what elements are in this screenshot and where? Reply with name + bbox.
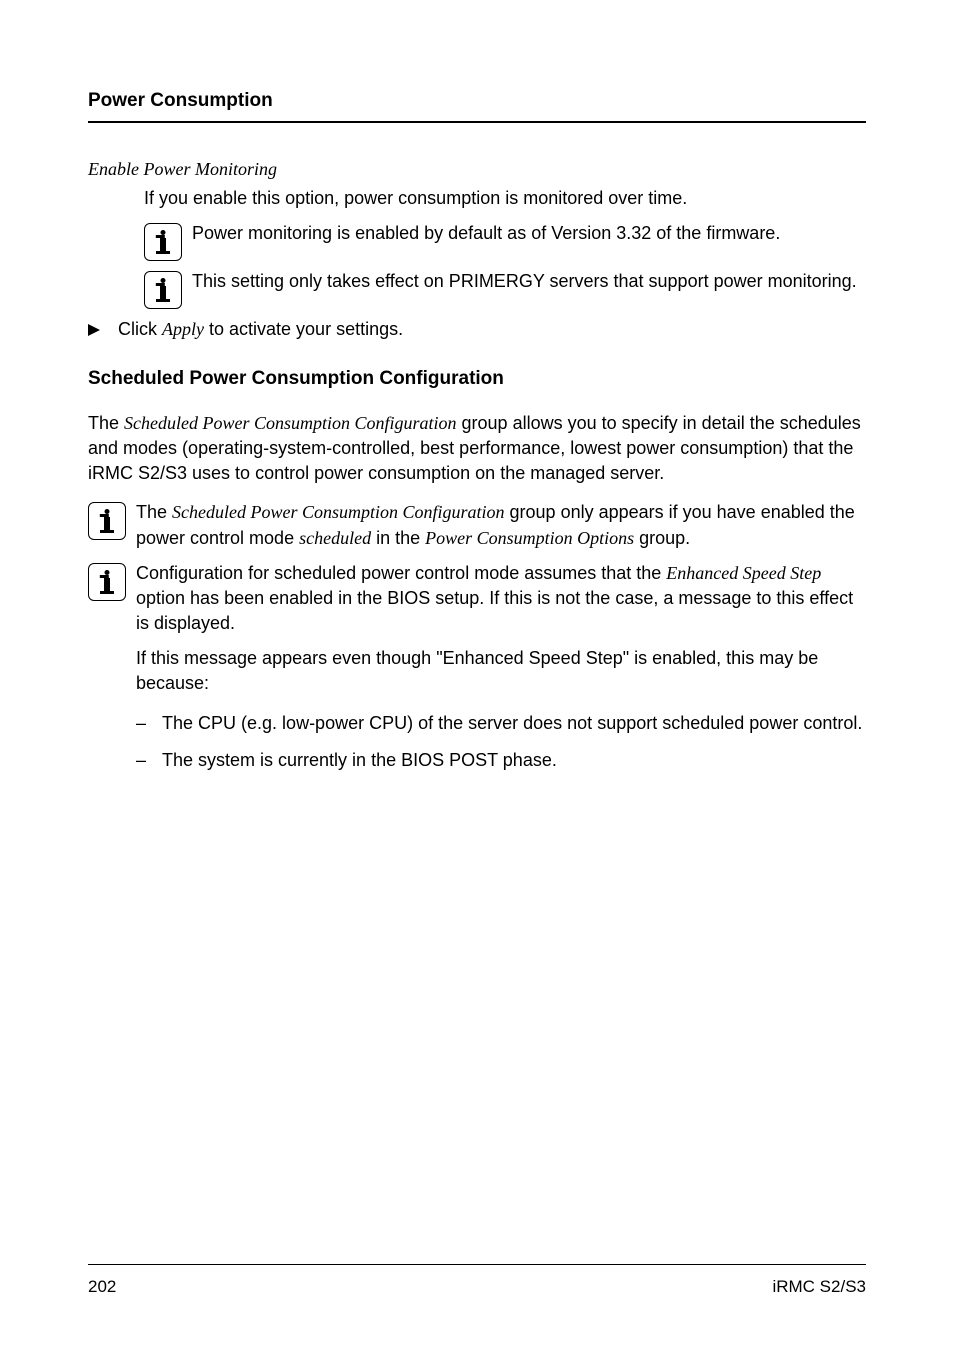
info-text: This setting only takes effect on PRIMER… [192,269,857,294]
info-note: The Scheduled Power Consumption Configur… [88,500,866,550]
header-divider [88,121,866,123]
list-item-text: The system is currently in the BIOS POST… [162,748,557,773]
list-item: – The CPU (e.g. low-power CPU) of the se… [136,711,866,736]
info-text: Configuration for scheduled power contro… [136,561,866,637]
dash-list: – The CPU (e.g. low-power CPU) of the se… [136,711,866,773]
document-id: iRMC S2/S3 [772,1275,866,1299]
continued-paragraph: If this message appears even though "Enh… [136,646,866,696]
page-number: 202 [88,1275,116,1299]
section-title: Power Consumption [88,88,866,115]
note-a-italic3: Power Consumption Options [425,528,634,548]
list-item: – The system is currently in the BIOS PO… [136,748,866,773]
intro-prefix: The [88,413,124,433]
subsection-heading: Scheduled Power Consumption Configuratio… [88,366,866,393]
info-icon [88,502,126,540]
page-footer: 202 iRMC S2/S3 [88,1264,866,1299]
intro-paragraph: The Scheduled Power Consumption Configur… [88,411,866,487]
step-suffix: to activate your settings. [204,319,403,339]
info-icon [144,223,182,261]
step-prefix: Click [118,319,162,339]
note-a-prefix: The [136,502,172,522]
note-b-suffix: option has been enabled in the BIOS setu… [136,588,853,633]
apply-action: Apply [162,319,204,339]
info-icon [88,563,126,601]
note-a-italic1: Scheduled Power Consumption Configuratio… [172,502,505,522]
note-b-prefix: Configuration for scheduled power contro… [136,563,666,583]
note-a-suffix: group. [634,528,690,548]
info-text: The Scheduled Power Consumption Configur… [136,500,866,550]
option-title: Enable Power Monitoring [88,157,866,182]
dash-bullet-icon: – [136,711,146,736]
note-a-italic2: scheduled [299,528,371,548]
list-item-text: The CPU (e.g. low-power CPU) of the serv… [162,711,862,736]
instruction-step: Click Apply to activate your settings. [88,317,866,342]
info-note: Configuration for scheduled power contro… [88,561,866,637]
instruction-text: Click Apply to activate your settings. [118,317,403,342]
note-a-mid2: in the [371,528,425,548]
info-note: Power monitoring is enabled by default a… [144,221,866,261]
dash-bullet-icon: – [136,748,146,773]
info-text: Power monitoring is enabled by default a… [192,221,780,246]
note-b-italic: Enhanced Speed Step [666,563,821,583]
footer-divider [88,1264,866,1265]
option-block: Enable Power Monitoring If you enable th… [88,157,866,309]
page-header: Power Consumption [88,88,866,123]
option-description: If you enable this option, power consump… [144,186,866,211]
triangle-bullet-icon [88,324,100,336]
intro-group-name: Scheduled Power Consumption Configuratio… [124,413,457,433]
info-note: This setting only takes effect on PRIMER… [144,269,866,309]
info-icon [144,271,182,309]
